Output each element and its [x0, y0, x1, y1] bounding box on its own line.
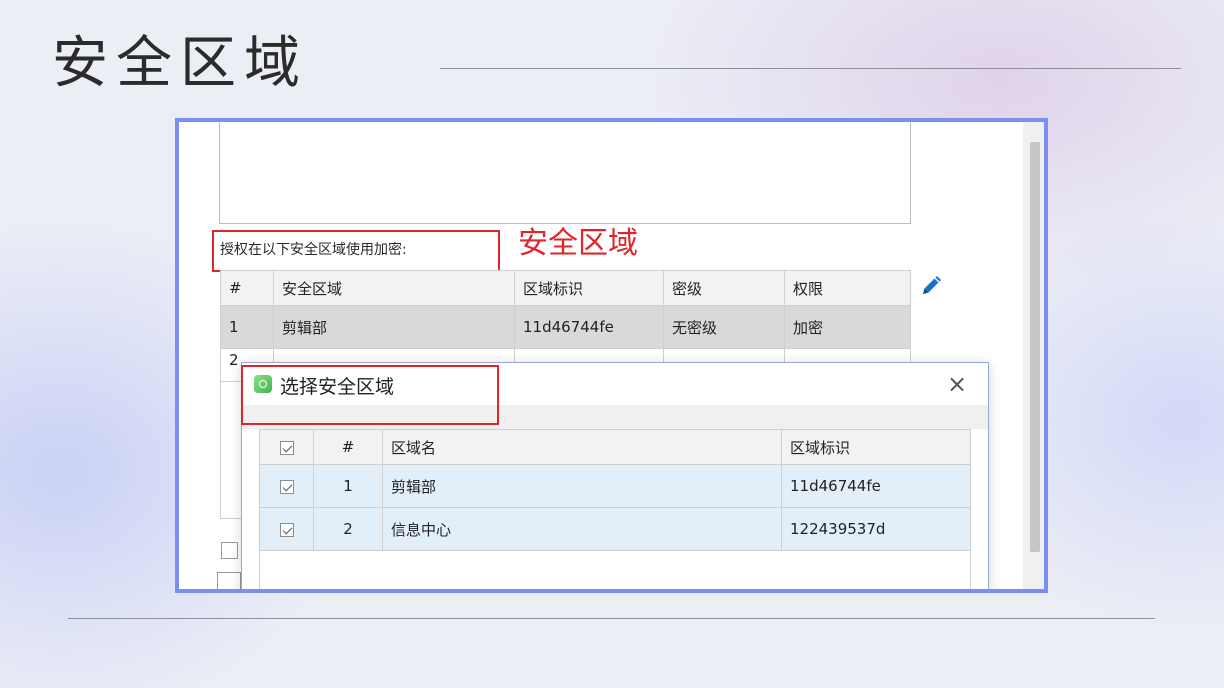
- highlight-box-auth-label: [212, 230, 500, 272]
- table-cell: 1: [220, 305, 274, 349]
- table-cell: 剪辑部: [382, 464, 782, 508]
- slide-title: 安全区域: [52, 31, 308, 96]
- close-icon[interactable]: ×: [942, 369, 972, 399]
- select-all-checkbox[interactable]: [279, 440, 294, 455]
- column-header: #: [220, 270, 274, 306]
- table-cell: 加密: [784, 305, 911, 349]
- table-cell: 1: [313, 464, 383, 508]
- select-all-cell: [259, 429, 314, 465]
- table-row[interactable]: 1 剪辑部 11d46744fe 无密级 加密: [220, 305, 911, 349]
- title-divider: [440, 68, 1181, 69]
- table-side-border: [220, 378, 243, 519]
- column-header: 密级: [663, 270, 785, 306]
- table-cell: 11d46744fe: [514, 305, 664, 349]
- footer-divider: [68, 618, 1155, 619]
- scrollbar-thumb[interactable]: [1030, 142, 1040, 552]
- zone-select-table: # 区域名 区域标识 1 剪辑部 11d46744fe 2 信息中心 12243…: [259, 429, 971, 551]
- row-checkbox[interactable]: [279, 479, 294, 494]
- row-checkbox-cell: [259, 507, 314, 551]
- highlight-box-dialog-title: [241, 365, 499, 425]
- pencil-icon[interactable]: [919, 274, 943, 298]
- annotation-label: 安全区域: [518, 226, 638, 261]
- screenshot-frame: 授权在以下安全区域使用加密: 安全区域 # 安全区域 区域标识 密级 权限 1 …: [175, 118, 1048, 593]
- dialog-table-empty-area: [259, 549, 971, 589]
- vertical-scrollbar[interactable]: [1023, 122, 1044, 589]
- column-header: 区域标识: [514, 270, 664, 306]
- table-cell: 无密级: [663, 305, 785, 349]
- table-cell: 剪辑部: [273, 305, 515, 349]
- table-header-row: # 区域名 区域标识: [259, 429, 971, 465]
- column-header: 区域名: [382, 429, 782, 465]
- notes-textarea[interactable]: [219, 122, 911, 224]
- table-cell: 信息中心: [382, 507, 782, 551]
- column-header: 区域标识: [781, 429, 971, 465]
- table-cell: 122439537d: [781, 507, 971, 551]
- table-row[interactable]: 2 信息中心 122439537d: [259, 507, 971, 551]
- column-header: #: [313, 429, 383, 465]
- option-checkbox[interactable]: [221, 542, 238, 559]
- row-checkbox[interactable]: [279, 522, 294, 537]
- table-cell: 2: [313, 507, 383, 551]
- table-cell: 11d46744fe: [781, 464, 971, 508]
- option-control[interactable]: [217, 572, 241, 589]
- column-header: 安全区域: [273, 270, 515, 306]
- table-header-row: # 安全区域 区域标识 密级 权限: [220, 270, 911, 306]
- column-header: 权限: [784, 270, 911, 306]
- table-row[interactable]: 1 剪辑部 11d46744fe: [259, 464, 971, 508]
- row-checkbox-cell: [259, 464, 314, 508]
